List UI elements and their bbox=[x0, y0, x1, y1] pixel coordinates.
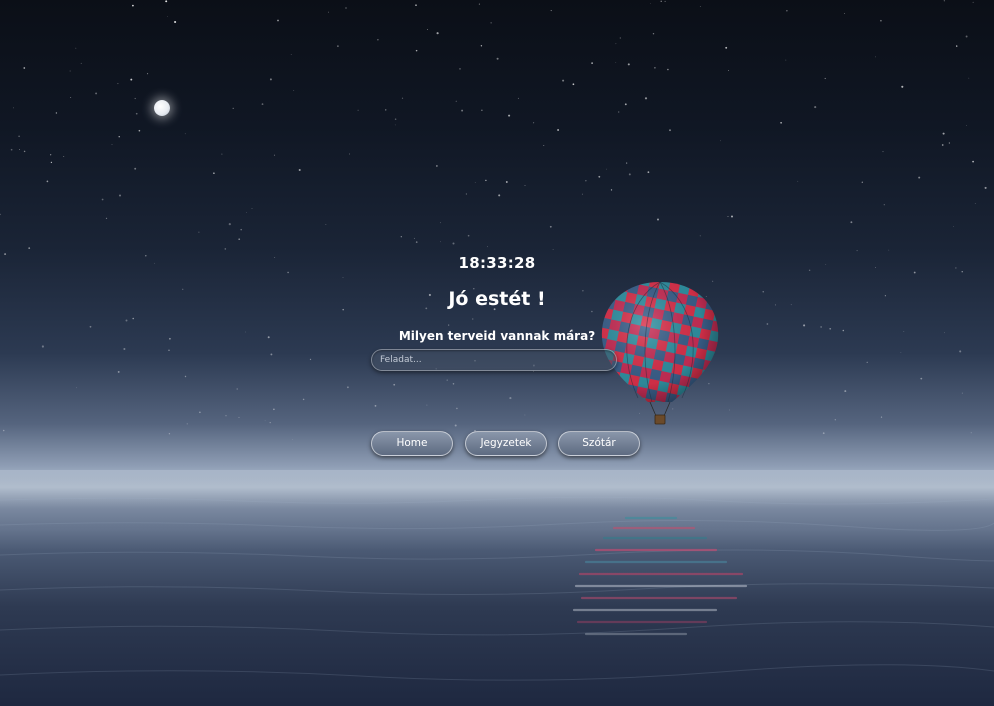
home-button[interactable]: Home bbox=[371, 431, 453, 456]
plans-question: Milyen terveid vannak mára? bbox=[398, 329, 596, 343]
dictionary-button[interactable]: Szótár bbox=[558, 431, 640, 456]
water-surface bbox=[0, 470, 994, 681]
task-input[interactable] bbox=[371, 349, 617, 371]
nav-buttons: Home Jegyzetek Szótár bbox=[371, 431, 643, 457]
clock-time: 18:33:28 bbox=[458, 254, 536, 272]
starry-sky bbox=[0, 0, 987, 440]
greeting-heading: Jó estét ! bbox=[448, 288, 546, 310]
moon-icon bbox=[154, 100, 170, 116]
notes-button[interactable]: Jegyzetek bbox=[465, 431, 547, 456]
background-scene: 18:33:28 Jó estét ! Milyen terveid vanna… bbox=[0, 0, 994, 706]
balloon-reflection bbox=[572, 516, 748, 636]
